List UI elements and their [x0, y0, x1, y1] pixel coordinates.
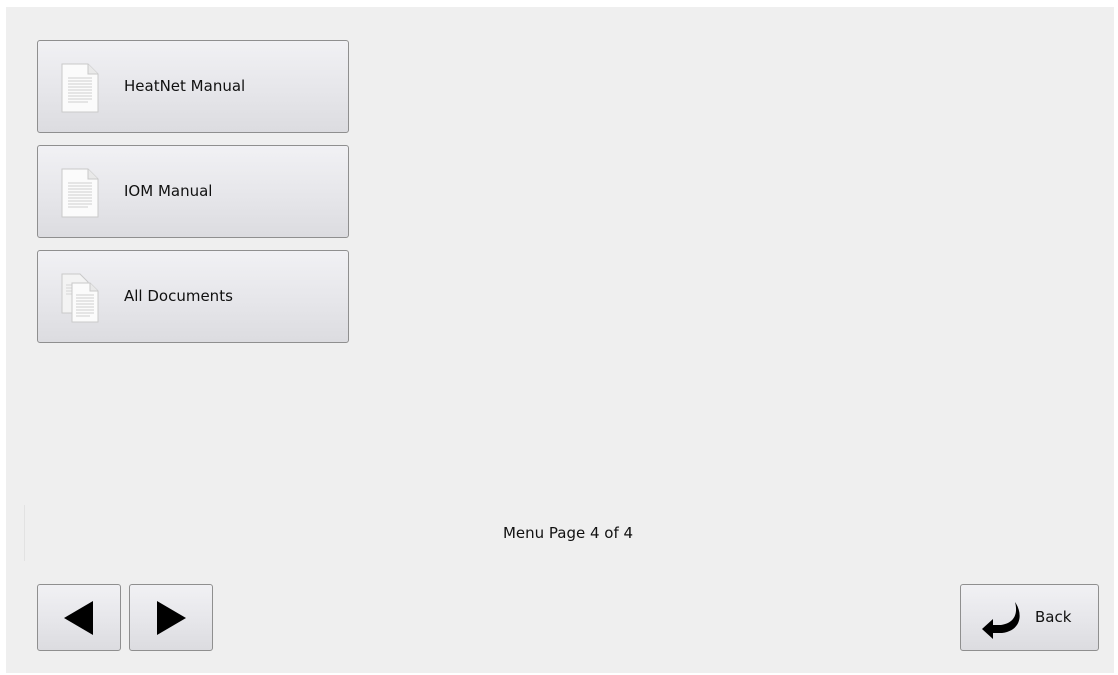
document-icon [61, 63, 99, 113]
return-arrow-icon [982, 602, 1020, 639]
menu-item-label: HeatNet Manual [124, 77, 246, 95]
document-icon [61, 168, 99, 218]
iom-manual-button[interactable]: IOM Manual [37, 145, 349, 238]
triangle-left-icon [64, 601, 93, 635]
page-indicator: Menu Page 4 of 4 [502, 524, 634, 542]
documents-stack-icon [61, 273, 99, 323]
previous-page-button[interactable] [37, 584, 121, 651]
next-page-button[interactable] [129, 584, 213, 651]
triangle-right-icon [157, 601, 186, 635]
back-label: Back [1035, 608, 1072, 626]
all-documents-button[interactable]: All Documents [37, 250, 349, 343]
back-button[interactable]: Back [960, 584, 1099, 651]
menu-item-label: All Documents [124, 287, 233, 305]
screen: HeatNet Manual IOM Manual All Documents … [6, 7, 1114, 673]
heatnet-manual-button[interactable]: HeatNet Manual [37, 40, 349, 133]
menu-item-label: IOM Manual [124, 182, 213, 200]
